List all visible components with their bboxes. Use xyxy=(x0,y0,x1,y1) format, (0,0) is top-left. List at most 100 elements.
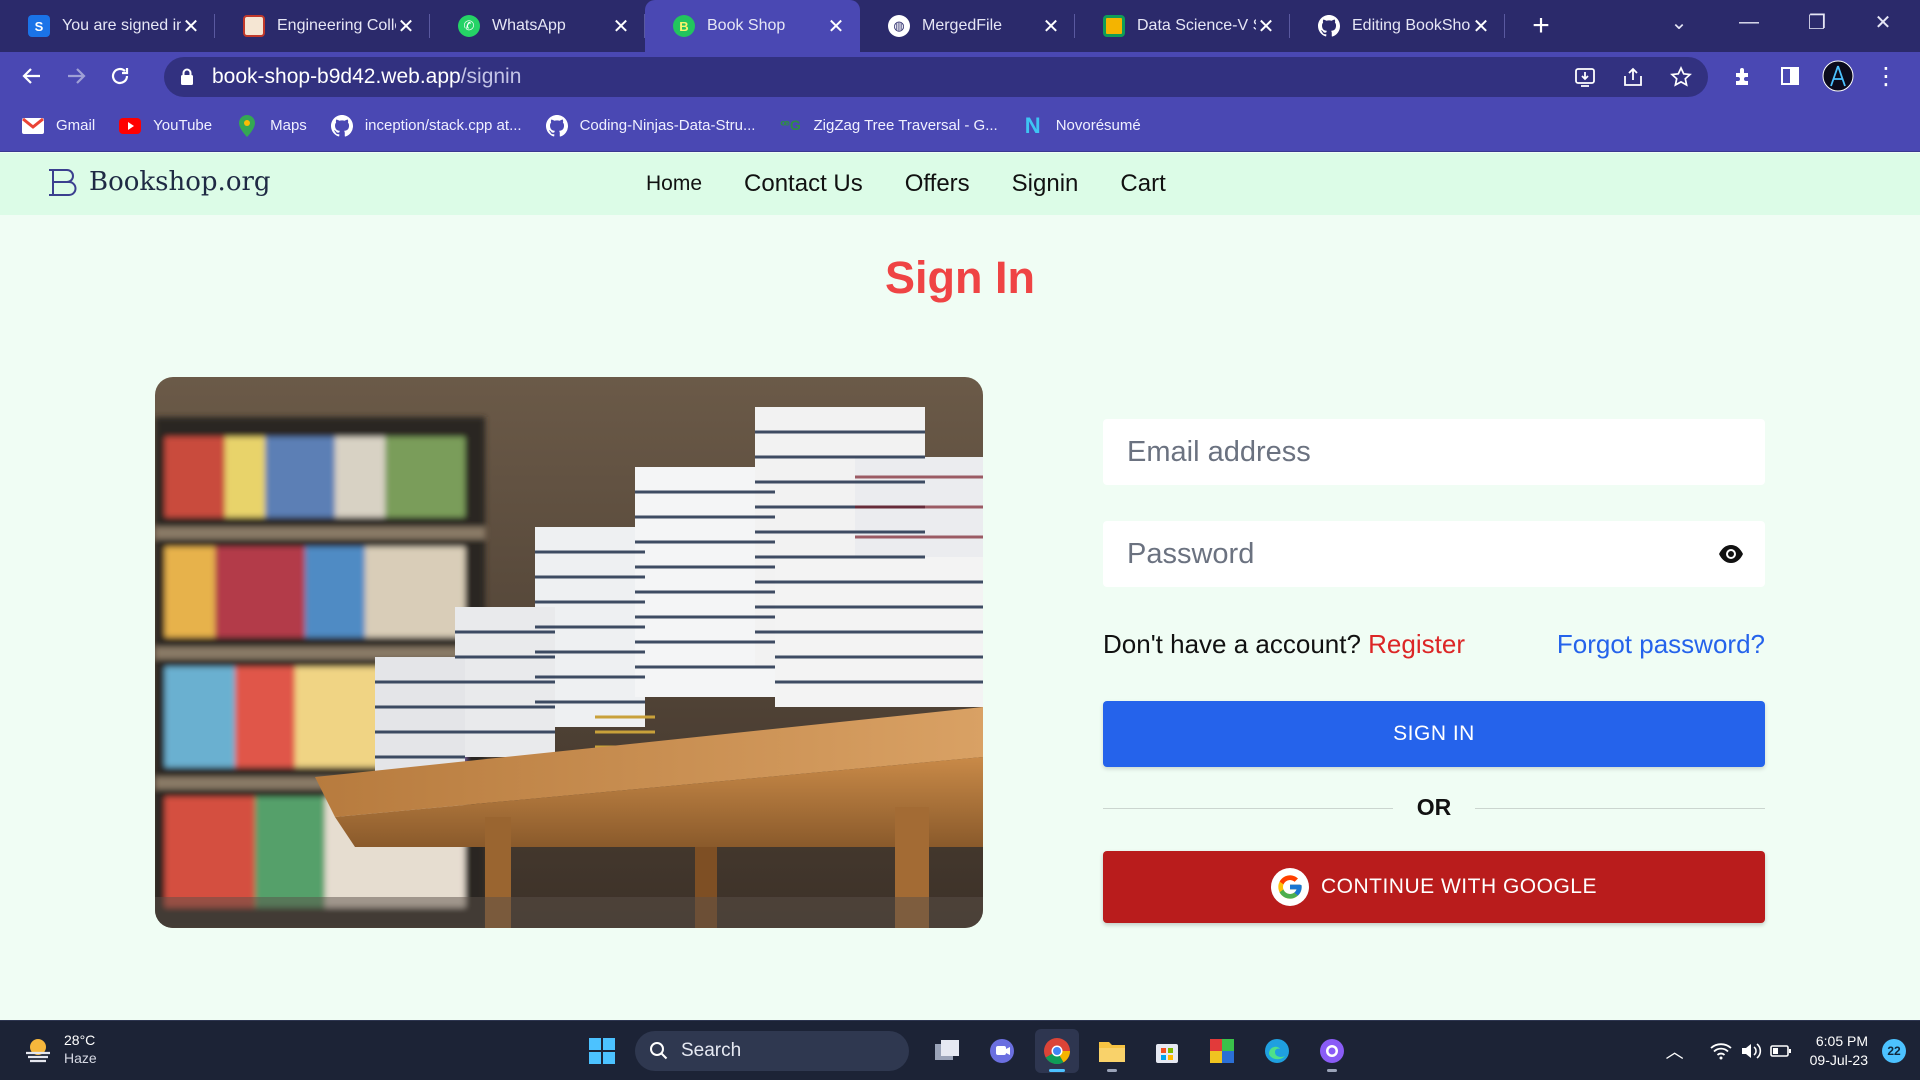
bookstore-image xyxy=(155,377,983,928)
account-links: Don't have a account? Register Forgot pa… xyxy=(1103,629,1765,660)
bookmark-inception-stack[interactable]: inception/stack.cpp at... xyxy=(330,114,522,137)
chrome-icon[interactable] xyxy=(1035,1029,1079,1073)
page-title: Sign In xyxy=(885,252,1035,303)
email-field-wrapper xyxy=(1103,419,1765,485)
haze-sun-icon xyxy=(26,1039,50,1063)
tab-signed-in[interactable]: S You are signed in ✕ xyxy=(0,0,215,52)
profile-avatar[interactable] xyxy=(1818,52,1858,100)
back-arrow-icon[interactable] xyxy=(12,56,52,96)
register-link[interactable]: Register xyxy=(1368,629,1465,659)
bookmark-label: inception/stack.cpp at... xyxy=(364,117,522,134)
microsoft-store-icon[interactable] xyxy=(1145,1029,1189,1073)
edge-icon[interactable] xyxy=(1255,1029,1299,1073)
bookmark-maps[interactable]: Maps xyxy=(236,114,307,137)
forward-arrow-icon[interactable] xyxy=(56,56,96,96)
close-tab-icon[interactable]: ✕ xyxy=(611,14,631,39)
minimize-icon[interactable]: — xyxy=(1724,0,1774,44)
nav-offers[interactable]: Offers xyxy=(905,170,970,198)
nav-cart[interactable]: Cart xyxy=(1120,170,1165,198)
forgot-password-link[interactable]: Forgot password? xyxy=(1557,629,1765,660)
bookmarks-bar: Gmail YouTube Maps inception/stack.cpp a… xyxy=(0,100,1920,152)
url-host: book-shop-b9d42.web.app xyxy=(212,65,461,88)
bookmark-novoresume[interactable]: N Novorésumé xyxy=(1022,113,1141,138)
file-explorer-icon[interactable] xyxy=(1090,1029,1134,1073)
continue-with-google-button[interactable]: CONTINUE WITH GOOGLE xyxy=(1103,851,1765,923)
bookmark-zigzag[interactable]: ꟹG ZigZag Tree Traversal - G... xyxy=(779,115,998,137)
email-field[interactable] xyxy=(1127,435,1687,469)
close-tab-icon[interactable]: ✕ xyxy=(1041,14,1061,39)
lock-icon xyxy=(181,68,193,85)
share-icon[interactable] xyxy=(1622,66,1644,88)
temperature: 28°C xyxy=(64,1032,96,1048)
bookmark-gmail[interactable]: Gmail xyxy=(22,115,95,137)
taskbar-search[interactable]: Search xyxy=(635,1031,909,1071)
tab-editing-bookshop[interactable]: Editing BookShop ✕ xyxy=(1290,0,1505,52)
restore-icon[interactable]: ❐ xyxy=(1792,0,1842,44)
brand-link[interactable]: Bookshop.org xyxy=(47,167,271,197)
weather-widget[interactable]: 28°C Haze xyxy=(22,1031,97,1067)
office-app-icon[interactable] xyxy=(1200,1029,1244,1073)
password-field[interactable] xyxy=(1127,537,1687,571)
tab-title: MergedFile xyxy=(922,17,1003,34)
bookmark-label: Novorésumé xyxy=(1055,117,1141,134)
tab-data-science[interactable]: Data Science-V Se ✕ xyxy=(1075,0,1290,52)
battery-icon[interactable] xyxy=(1769,1043,1792,1059)
classroom-icon xyxy=(1103,15,1125,37)
nav-contact-us[interactable]: Contact Us xyxy=(744,170,863,198)
tab-mergedfile[interactable]: ◍ MergedFile ✕ xyxy=(860,0,1075,52)
sign-in-button[interactable]: SIGN IN xyxy=(1103,701,1765,767)
extensions-puzzle-icon[interactable] xyxy=(1723,52,1763,100)
clock[interactable]: 6:05 PM 09-Jul-23 xyxy=(1810,1032,1868,1070)
close-tab-icon[interactable]: ✕ xyxy=(1256,14,1276,39)
main-menu: Home Contact Us Offers Signin Cart xyxy=(646,153,1208,215)
tab-engineering[interactable]: Engineering Colle ✕ xyxy=(215,0,430,52)
nav-home[interactable]: Home xyxy=(646,172,702,196)
windows-start-icon[interactable] xyxy=(580,1029,624,1073)
wifi-icon[interactable] xyxy=(1710,1042,1732,1060)
nav-signin[interactable]: Signin xyxy=(1012,170,1079,198)
install-app-icon[interactable] xyxy=(1574,66,1596,88)
side-panel-icon[interactable] xyxy=(1770,52,1810,100)
or-divider: OR xyxy=(1103,791,1765,825)
volume-icon[interactable] xyxy=(1740,1042,1762,1060)
github-icon xyxy=(1318,15,1340,37)
google-button-label: CONTINUE WITH GOOGLE xyxy=(1320,875,1597,898)
weather-condition: Haze xyxy=(64,1050,97,1066)
bookmark-label: YouTube xyxy=(153,117,213,134)
browser-menu-icon[interactable]: ⋮ xyxy=(1866,52,1906,100)
browser-tabstrip: S You are signed in ✕ Engineering Colle … xyxy=(0,0,1920,52)
s-app-icon: S xyxy=(28,15,50,37)
tab-search-chevron-icon[interactable]: ⌄ xyxy=(1654,0,1704,44)
search-icon xyxy=(650,1042,668,1060)
show-password-eye-icon[interactable] xyxy=(1717,541,1745,567)
tab-whatsapp[interactable]: ✆ WhatsApp ✕ xyxy=(430,0,645,52)
tab-title: Editing BookShop xyxy=(1352,17,1471,34)
teams-chat-icon[interactable] xyxy=(980,1029,1024,1073)
chevron-up-icon[interactable]: ︿ xyxy=(1666,1038,1684,1064)
close-tab-icon[interactable]: ✕ xyxy=(181,14,201,39)
bookmark-label: Gmail xyxy=(56,117,96,134)
no-account-text: Don't have a account? xyxy=(1103,629,1361,659)
site-navbar: Bookshop.org Home Contact Us Offers Sign… xyxy=(0,153,1920,215)
sign-in-button-label: SIGN IN xyxy=(1393,722,1475,745)
bookmark-coding-ninjas[interactable]: Coding-Ninjas-Data-Stru... xyxy=(545,114,755,137)
close-tab-icon[interactable]: ✕ xyxy=(826,14,846,39)
notification-count-badge[interactable]: 22 xyxy=(1882,1039,1906,1063)
bookmark-star-icon[interactable] xyxy=(1670,66,1692,88)
tab-title: Engineering Colle xyxy=(277,17,396,34)
reload-icon[interactable] xyxy=(100,56,140,96)
tab-book-shop[interactable]: B Book Shop ✕ xyxy=(645,0,860,52)
gfg-icon: ꟹG xyxy=(780,117,801,133)
tab-title: Data Science-V Se xyxy=(1137,17,1256,34)
close-tab-icon[interactable]: ✕ xyxy=(396,14,416,39)
address-bar[interactable]: book-shop-b9d42.web.app/signin xyxy=(164,57,1708,97)
close-tab-icon[interactable]: ✕ xyxy=(1471,14,1491,39)
google-g-icon xyxy=(1270,868,1309,906)
tab-title: Book Shop xyxy=(707,17,786,34)
windows-taskbar: 28°C Haze Search ︿ 6:05 PM 09-Jul-23 22 xyxy=(0,1020,1920,1080)
github-desktop-icon[interactable] xyxy=(1310,1029,1354,1073)
bookmark-youtube[interactable]: YouTube xyxy=(119,115,212,137)
close-window-icon[interactable]: ✕ xyxy=(1858,0,1908,44)
new-tab-button[interactable]: + xyxy=(1521,6,1561,46)
task-view-icon[interactable] xyxy=(925,1029,969,1073)
